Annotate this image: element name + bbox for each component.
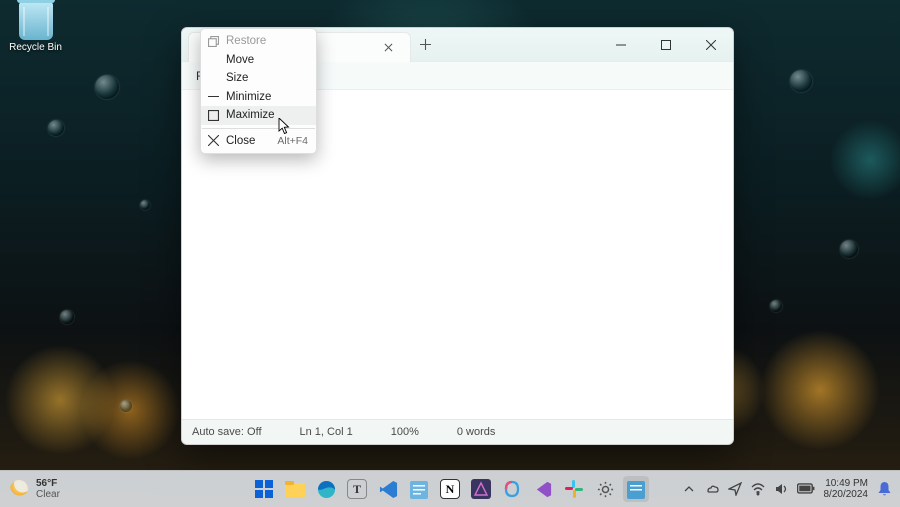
gear-icon (596, 480, 615, 499)
taskbar-app-copilot[interactable] (499, 476, 525, 502)
clock-date: 8/20/2024 (824, 489, 869, 500)
weather-temp: 56°F (36, 478, 60, 489)
taskbar-app-vs[interactable] (530, 476, 556, 502)
window-system-menu: Restore Move Size Minimize Maximize Cl (200, 28, 317, 154)
folder-icon (285, 481, 305, 497)
clock-time: 10:49 PM (824, 478, 869, 489)
sysmenu-move[interactable]: Move (201, 51, 316, 70)
taskbar-app-vscode[interactable] (375, 476, 401, 502)
chevron-up-icon[interactable] (682, 482, 696, 496)
taskbar-app-notion[interactable]: N (437, 476, 463, 502)
desktop-icon-label: Recycle Bin (9, 42, 62, 53)
taskbar-app-explorer[interactable] (282, 476, 308, 502)
sysmenu-size[interactable]: Size (201, 69, 316, 88)
taskbar-apps: T N (251, 476, 649, 502)
notepad-window[interactable]: Untitled File Edit View (181, 27, 734, 445)
window-maximize-button[interactable] (643, 28, 688, 61)
sysmenu-minimize[interactable]: Minimize (201, 88, 316, 107)
taskbar-clock[interactable]: 10:49 PM 8/20/2024 (824, 478, 869, 500)
accelerator: Alt+F4 (277, 135, 308, 147)
notifications-icon[interactable] (877, 481, 892, 497)
maximize-icon (661, 40, 671, 50)
edge-icon (317, 480, 336, 499)
start-button[interactable] (251, 476, 277, 502)
notepad-icon (627, 479, 645, 499)
system-tray: 10:49 PM 8/20/2024 (682, 478, 900, 500)
sysmenu-restore: Restore (201, 32, 316, 51)
taskbar-app-notes[interactable] (406, 476, 432, 502)
desktop-icon-recycle-bin[interactable]: Recycle Bin (8, 2, 63, 53)
visualstudio-icon (534, 480, 553, 499)
close-icon (706, 40, 716, 50)
new-tab-button[interactable] (411, 28, 441, 61)
weather-clear-night-icon (7, 477, 30, 500)
taskbar-weather[interactable]: 56°F Clear (0, 478, 60, 500)
status-position: Ln 1, Col 1 (300, 426, 353, 438)
mouse-cursor-icon (278, 118, 292, 136)
sysmenu-maximize[interactable]: Maximize (201, 106, 316, 125)
taskbar-app-affinity[interactable] (468, 476, 494, 502)
window-close-button[interactable] (688, 28, 733, 61)
status-zoom: 100% (391, 426, 419, 438)
desktop[interactable]: Recycle Bin Untitled (0, 0, 900, 507)
onedrive-icon[interactable] (705, 482, 719, 496)
sysmenu-close[interactable]: Close Alt+F4 (201, 132, 316, 151)
close-icon (384, 43, 393, 52)
maximize-icon (207, 109, 219, 121)
minimize-icon (207, 91, 219, 103)
statusbar: Auto save: Off Ln 1, Col 1 100% 0 words (182, 419, 733, 444)
send-icon[interactable] (728, 482, 742, 496)
menu-separator (202, 128, 315, 129)
restore-icon (207, 35, 219, 47)
recycle-bin-icon (19, 2, 53, 40)
window-minimize-button[interactable] (598, 28, 643, 61)
battery-icon[interactable] (797, 482, 815, 496)
taskbar[interactable]: 56°F Clear T N 10 (0, 470, 900, 507)
windows-icon (255, 480, 273, 498)
volume-icon[interactable] (774, 482, 788, 496)
taskbar-app-slack[interactable] (561, 476, 587, 502)
wifi-icon[interactable] (751, 482, 765, 496)
taskbar-app-settings[interactable] (592, 476, 618, 502)
copilot-icon (502, 479, 522, 499)
vscode-icon (379, 480, 398, 499)
status-words: 0 words (457, 426, 496, 438)
close-icon (207, 135, 219, 147)
taskbar-app-t[interactable]: T (344, 476, 370, 502)
plus-icon (420, 39, 431, 50)
weather-cond: Clear (36, 489, 60, 500)
taskbar-app-edge[interactable] (313, 476, 339, 502)
triangle-icon (471, 479, 491, 499)
minimize-icon (616, 40, 626, 50)
notepad-icon (410, 479, 428, 499)
slack-icon (565, 480, 583, 498)
status-autosave: Auto save: Off (192, 426, 262, 438)
taskbar-app-notepad-active[interactable] (623, 476, 649, 502)
tab-close-button[interactable] (378, 37, 400, 59)
